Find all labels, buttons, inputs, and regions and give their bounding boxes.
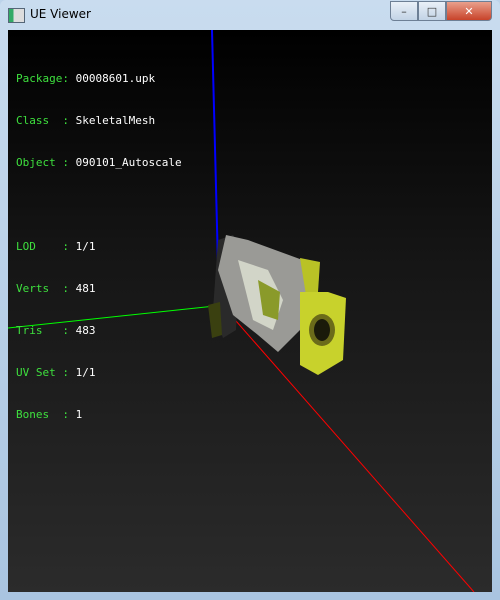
mesh-info-overlay: Package: 00008601.upk Class : SkeletalMe…	[16, 44, 182, 450]
minimize-button[interactable]: –	[390, 1, 418, 21]
weapon-mesh	[208, 235, 346, 375]
title-bar[interactable]: UE Viewer – □ ✕	[0, 0, 500, 30]
info-row-bones: Bones : 1	[16, 408, 83, 421]
maximize-button[interactable]: □	[418, 1, 446, 21]
info-row-object: Object : 090101_Autoscale	[16, 156, 182, 169]
info-row-class: Class : SkeletalMesh	[16, 114, 156, 127]
info-row-package: Package: 00008601.upk	[16, 72, 156, 85]
info-row-uvset: UV Set : 1/1	[16, 366, 96, 379]
info-row-verts: Verts : 481	[16, 282, 96, 295]
info-row-tris: Tris : 483	[16, 324, 96, 337]
x-axis	[221, 304, 475, 592]
3d-viewport[interactable]: Package: 00008601.upk Class : SkeletalMe…	[8, 30, 492, 592]
window-title: UE Viewer	[30, 7, 91, 21]
app-icon	[8, 8, 25, 23]
close-button[interactable]: ✕	[446, 1, 492, 21]
window-frame: UE Viewer – □ ✕ Package: 00008601.upk Cl…	[0, 0, 500, 600]
info-row-lod: LOD : 1/1	[16, 240, 96, 253]
